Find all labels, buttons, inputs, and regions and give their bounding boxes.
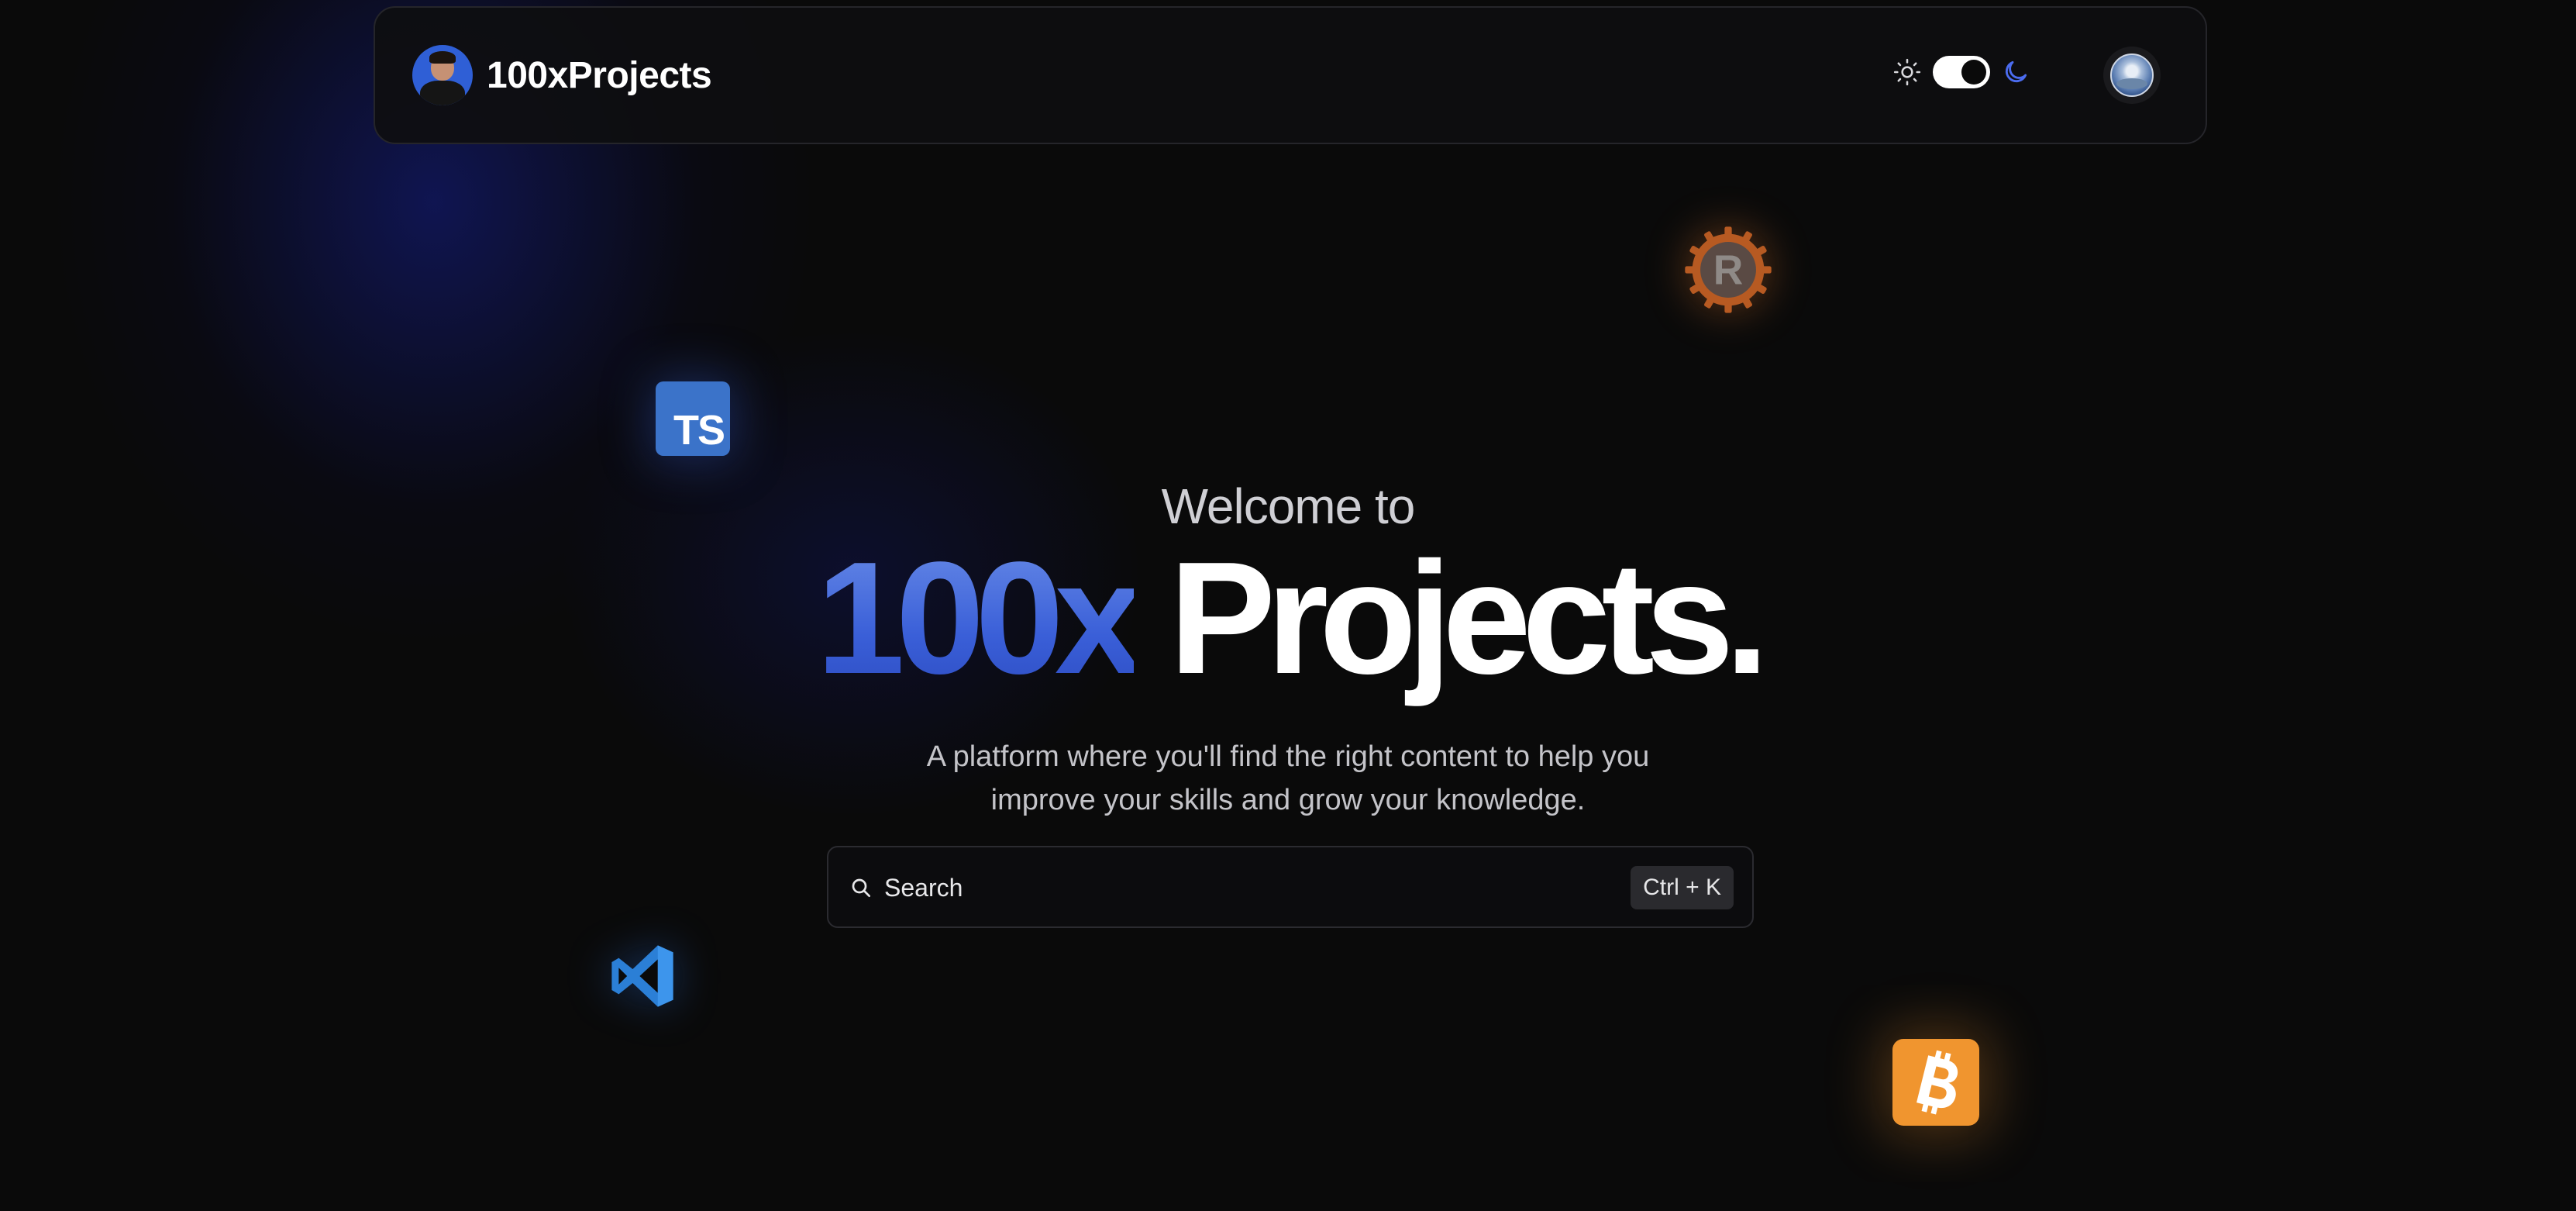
- sun-icon[interactable]: [1892, 57, 1922, 87]
- hero-subtitle-line-1: A platform where you'll find the right c…: [926, 740, 1650, 773]
- theme-toggle-group: [1892, 56, 2030, 88]
- user-avatar-button[interactable]: [2103, 47, 2161, 104]
- moon-icon[interactable]: [2001, 57, 2030, 87]
- bitcoin-icon: [1892, 1039, 1979, 1126]
- brand-link[interactable]: 100xProjects: [412, 45, 712, 105]
- brand-name: 100xProjects: [487, 54, 712, 96]
- theme-toggle-switch[interactable]: [1933, 56, 1990, 88]
- typescript-icon: TS: [656, 381, 730, 456]
- search-input[interactable]: [883, 863, 1583, 913]
- user-avatar-icon: [2110, 53, 2154, 97]
- search-box[interactable]: Ctrl + K: [827, 846, 1754, 928]
- rust-icon: R: [1685, 226, 1772, 313]
- typescript-label: TS: [673, 407, 725, 454]
- hero-title: 100x Projects.: [0, 538, 2576, 698]
- toggle-knob: [1961, 60, 1986, 85]
- hero-welcome: Welcome to: [1161, 478, 1416, 534]
- navbar: 100xProjects: [374, 6, 2207, 144]
- search-shortcut-badge: Ctrl + K: [1631, 866, 1734, 909]
- profile-photo-icon: [412, 45, 473, 105]
- landing-page: 100xProjects TS R Welcome to 100x Projec…: [0, 0, 2576, 1211]
- hero-title-accent: 100x: [816, 529, 1143, 707]
- vscode-icon: [611, 945, 673, 1007]
- hero-subtitle: A platform where you'll find the right c…: [852, 735, 1724, 822]
- rust-letter: R: [1713, 248, 1744, 294]
- hero-subtitle-line-2: improve your skills and grow your knowle…: [990, 784, 1586, 816]
- search-icon: [852, 878, 870, 897]
- hero-title-main: Projects.: [1169, 529, 1769, 707]
